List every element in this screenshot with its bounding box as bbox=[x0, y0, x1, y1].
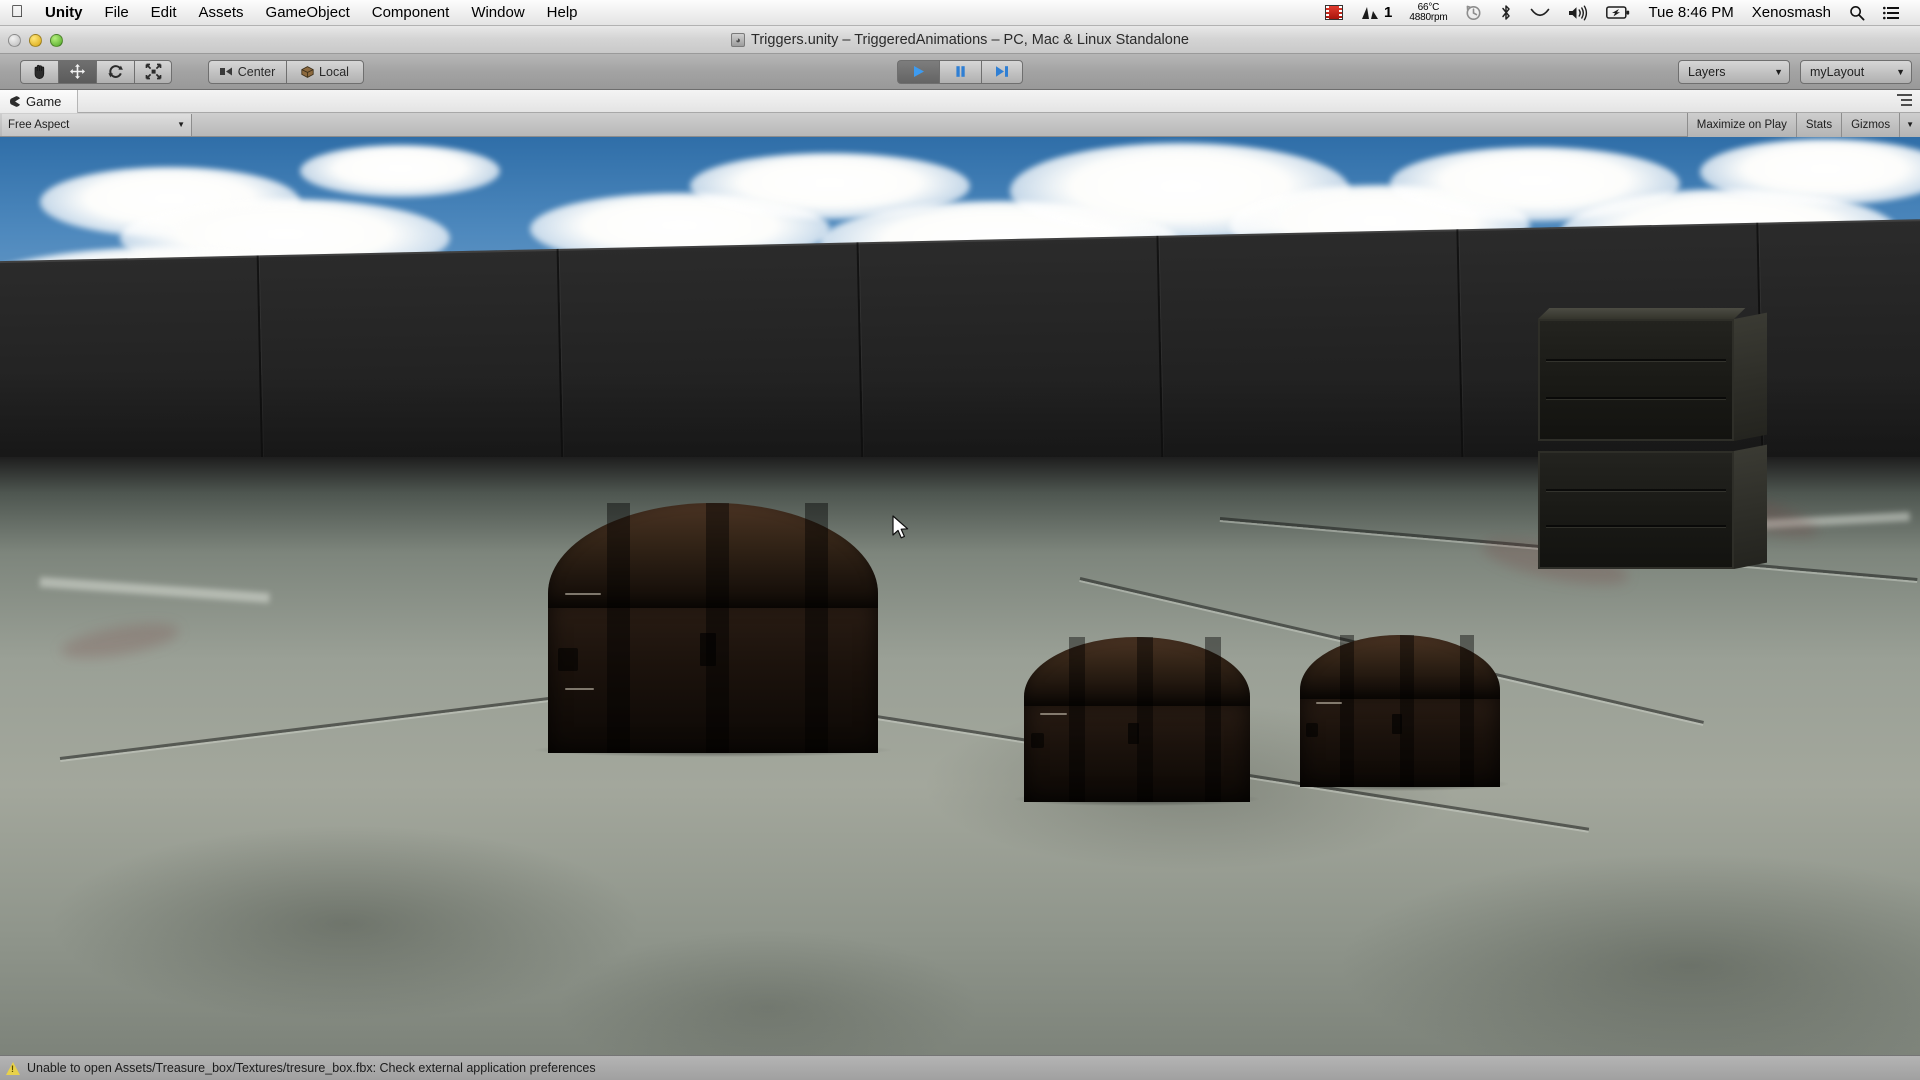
game-view-toolbar: Free Aspect ▼ Maximize on Play Stats Giz… bbox=[0, 112, 1920, 137]
menu-bar-status-items: 1 66°C 4880rpm Tue 8:46 PM Xenosmash bbox=[1316, 0, 1920, 26]
apple-logo-icon[interactable]:  bbox=[0, 3, 34, 22]
wifi-icon[interactable] bbox=[1521, 0, 1559, 26]
pacman-game-icon bbox=[10, 96, 21, 107]
menu-item-help[interactable]: Help bbox=[536, 0, 589, 26]
menu-bar-clock[interactable]: Tue 8:46 PM bbox=[1639, 0, 1742, 26]
layout-dropdown-label: myLayout bbox=[1810, 64, 1865, 79]
fan-speed-value: 4880rpm bbox=[1409, 11, 1448, 23]
time-machine-icon[interactable] bbox=[1456, 0, 1491, 26]
mouse-pointer-icon bbox=[892, 515, 912, 548]
notification-center-icon[interactable] bbox=[1874, 0, 1908, 26]
window-traffic-lights bbox=[8, 26, 63, 54]
layers-dropdown[interactable]: Layers ▼ bbox=[1678, 59, 1790, 84]
move-tool-button[interactable] bbox=[58, 59, 96, 84]
minimize-button[interactable] bbox=[29, 33, 42, 47]
treasure-chest-back bbox=[1292, 635, 1508, 791]
chevron-down-icon: ▼ bbox=[177, 120, 185, 129]
panel-tab-bar: Game bbox=[0, 90, 1920, 113]
menu-item-file[interactable]: File bbox=[94, 0, 140, 26]
battery-icon[interactable] bbox=[1597, 0, 1639, 26]
tab-game[interactable]: Game bbox=[0, 90, 79, 113]
pivot-mode-label: Center bbox=[237, 64, 276, 79]
temperature-value: 66°C bbox=[1417, 1, 1440, 13]
pivot-rotation-button[interactable]: Local bbox=[286, 59, 364, 84]
pivot-controls-group: Center Local bbox=[208, 59, 364, 84]
game-view-toolbar-right: Maximize on Play Stats Gizmos ▼ bbox=[1686, 112, 1920, 137]
status-bar[interactable]: Unable to open Assets/Treasure_box/Textu… bbox=[0, 1055, 1920, 1080]
unity-window-title-bar: ◕ Triggers.unity – TriggeredAnimations –… bbox=[0, 26, 1920, 54]
toolbar-right-controls: Layers ▼ myLayout ▼ bbox=[1678, 59, 1912, 84]
menu-item-gameobject[interactable]: GameObject bbox=[255, 0, 361, 26]
istat-value: 1 bbox=[1384, 4, 1392, 21]
aspect-ratio-dropdown[interactable]: Free Aspect ▼ bbox=[2, 113, 192, 136]
volume-icon[interactable] bbox=[1559, 0, 1597, 26]
step-button[interactable] bbox=[981, 59, 1023, 84]
treasure-chest-middle bbox=[1014, 637, 1260, 806]
menu-bar-app-menus:  Unity File Edit Assets GameObject Comp… bbox=[0, 0, 589, 26]
macos-menu-bar:  Unity File Edit Assets GameObject Comp… bbox=[0, 0, 1920, 26]
zoom-button[interactable] bbox=[50, 33, 63, 47]
play-button[interactable] bbox=[897, 59, 939, 84]
window-title: ◕ Triggers.unity – TriggeredAnimations –… bbox=[731, 32, 1189, 48]
menu-item-edit[interactable]: Edit bbox=[140, 0, 188, 26]
menu-item-assets[interactable]: Assets bbox=[188, 0, 255, 26]
panel-options-icon[interactable] bbox=[1897, 94, 1912, 106]
rotate-tool-button[interactable] bbox=[96, 59, 134, 84]
game-view-render[interactable] bbox=[0, 137, 1920, 1055]
close-button[interactable] bbox=[8, 33, 21, 47]
tab-game-label: Game bbox=[26, 94, 62, 109]
istat-menus-graph-icon[interactable]: 1 bbox=[1352, 0, 1400, 26]
bluetooth-icon[interactable] bbox=[1491, 0, 1521, 26]
layers-dropdown-label: Layers bbox=[1688, 64, 1726, 79]
gizmos-button[interactable]: Gizmos bbox=[1841, 112, 1900, 137]
transform-tools-group bbox=[20, 59, 172, 84]
crate-upper bbox=[1538, 308, 1768, 441]
hand-tool-button[interactable] bbox=[20, 59, 58, 84]
warning-triangle-icon bbox=[6, 1061, 20, 1075]
maximize-on-play-button[interactable]: Maximize on Play bbox=[1686, 112, 1796, 137]
chevron-down-icon: ▼ bbox=[1774, 66, 1783, 77]
pause-button[interactable] bbox=[939, 59, 981, 84]
status-bar-message: Unable to open Assets/Treasure_box/Textu… bbox=[27, 1061, 596, 1075]
treasure-chest-front bbox=[534, 503, 892, 757]
stats-button[interactable]: Stats bbox=[1795, 112, 1842, 137]
layout-dropdown[interactable]: myLayout ▼ bbox=[1800, 59, 1912, 84]
unity-main-toolbar: Center Local Layers ▼ myLayout ▼ bbox=[0, 54, 1920, 90]
unity-document-icon: ◕ bbox=[731, 32, 746, 47]
pivot-rotation-label: Local bbox=[319, 64, 349, 79]
pivot-mode-button[interactable]: Center bbox=[208, 59, 286, 84]
spotlight-search-icon[interactable] bbox=[1840, 0, 1874, 26]
scale-tool-button[interactable] bbox=[134, 59, 172, 84]
aspect-ratio-label: Free Aspect bbox=[8, 118, 70, 131]
menu-item-unity[interactable]: Unity bbox=[34, 0, 94, 26]
gizmos-dropdown-chevron-down-icon[interactable]: ▼ bbox=[1899, 112, 1920, 137]
crate-lower bbox=[1538, 444, 1768, 569]
menu-item-window[interactable]: Window bbox=[460, 0, 535, 26]
menu-bar-user-name[interactable]: Xenosmash bbox=[1743, 0, 1840, 26]
film-strip-icon[interactable] bbox=[1316, 0, 1352, 26]
menu-item-component[interactable]: Component bbox=[361, 0, 461, 26]
playback-controls-group bbox=[897, 59, 1023, 84]
chevron-down-icon: ▼ bbox=[1896, 66, 1905, 77]
window-title-text: Triggers.unity – TriggeredAnimations – P… bbox=[751, 31, 1189, 48]
cpu-temperature-readout[interactable]: 66°C 4880rpm bbox=[1400, 0, 1456, 26]
